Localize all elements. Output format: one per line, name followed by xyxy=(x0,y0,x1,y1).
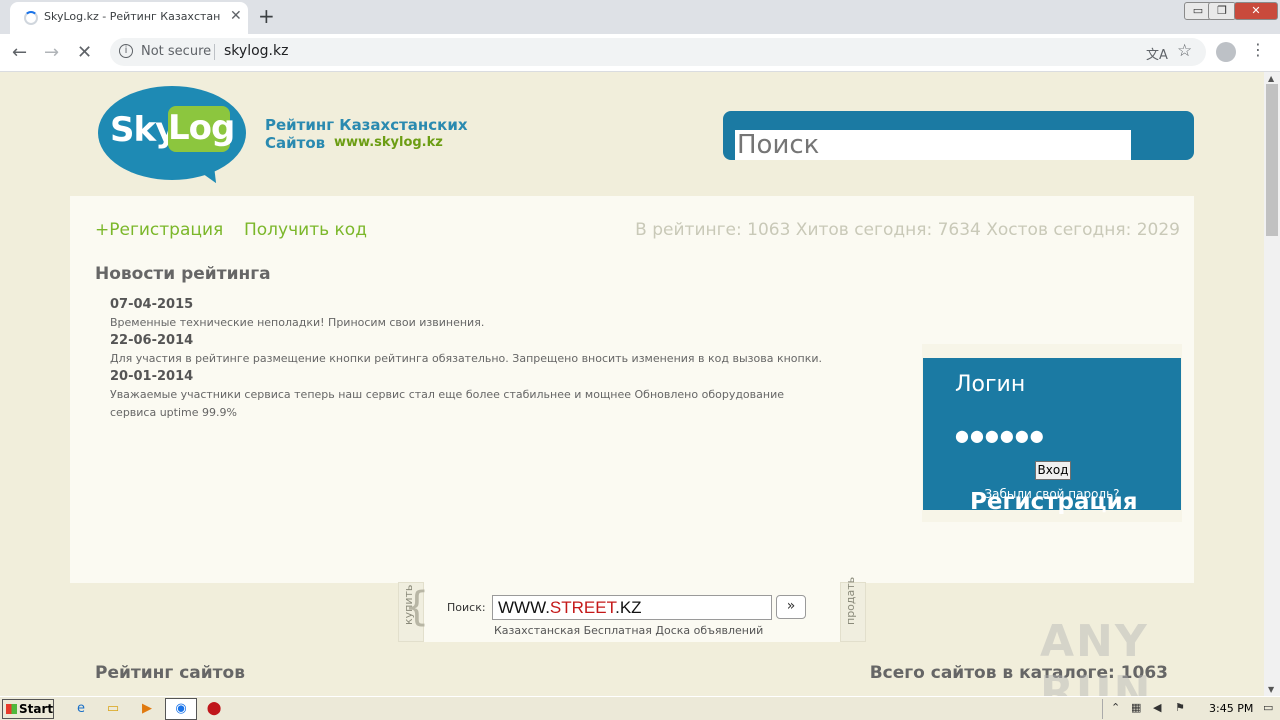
register-link[interactable]: +Регистрация xyxy=(95,220,223,240)
logo-sky-text: Sky xyxy=(110,110,177,150)
network-icon[interactable]: ▦ xyxy=(1131,701,1141,714)
url-text[interactable]: skylog.kz xyxy=(224,43,288,59)
tray-arrow-icon[interactable]: ⌃ xyxy=(1111,701,1120,714)
omnibox-divider xyxy=(214,44,215,60)
system-tray: ⌃ ▦ ◀ ⚑ 3:45 PM ▭ xyxy=(1102,699,1278,719)
news-date: 20-01-2014 xyxy=(110,369,194,384)
forward-icon[interactable]: → xyxy=(44,42,59,63)
profile-avatar[interactable] xyxy=(1216,42,1236,62)
register-button[interactable]: Регистрация xyxy=(970,489,1137,515)
news-text: Временные технические неполадки! Приноси… xyxy=(110,316,485,329)
taskbar: Start e ▭ ▶ ◉ ⬤ ⌃ ▦ ◀ ⚑ 3:45 PM ▭ xyxy=(0,696,1280,720)
scroll-up-icon[interactable]: ▲ xyxy=(1268,74,1274,83)
browser-toolbar: ← → ✕ i Not secure skylog.kz 文A ☆ ⋮ xyxy=(0,34,1280,72)
news-list: 07-04-2015 Временные технические неполад… xyxy=(110,296,850,422)
tab-title: SkyLog.kz - Рейтинг Казахстански xyxy=(44,10,220,23)
news-date: 22-06-2014 xyxy=(110,333,194,348)
security-label: Not secure xyxy=(141,44,212,59)
flag-icon[interactable]: ⚑ xyxy=(1175,701,1185,714)
sell-label: продать xyxy=(844,576,857,625)
page-scrollbar[interactable]: ▲ ▼ xyxy=(1264,72,1280,696)
search-input[interactable] xyxy=(735,130,1131,160)
chrome-taskbar-button[interactable]: ◉ xyxy=(165,698,197,720)
bookmark-star-icon[interactable]: ☆ xyxy=(1177,41,1192,61)
translate-icon[interactable]: 文A xyxy=(1146,44,1168,63)
browser-tab[interactable]: SkyLog.kz - Рейтинг Казахстански ✕ xyxy=(10,2,248,34)
show-desktop-icon[interactable]: ▭ xyxy=(1263,701,1273,714)
new-tab-button[interactable]: + xyxy=(258,4,275,28)
street-subtitle: Казахстанская Бесплатная Доска объявлени… xyxy=(494,624,764,637)
get-code-link[interactable]: Получить код xyxy=(244,220,367,240)
windows-flag-icon xyxy=(6,704,17,714)
page-viewport: Sky Log Рейтинг Казахстанских Сайтов www… xyxy=(0,72,1264,696)
ie-icon[interactable]: e xyxy=(72,700,90,718)
stop-icon[interactable]: ✕ xyxy=(77,42,92,63)
site-url: www.skylog.kz xyxy=(334,135,443,150)
info-icon[interactable]: i xyxy=(119,44,133,58)
street-search-label: Поиск: xyxy=(447,601,486,614)
news-date: 07-04-2015 xyxy=(110,297,194,312)
login-input[interactable]: Логин xyxy=(955,372,1025,397)
browser-tabbar: SkyLog.kz - Рейтинг Казахстански ✕ + ▭ ❐… xyxy=(0,0,1280,34)
loading-spinner-icon xyxy=(24,11,38,25)
close-window-button[interactable]: ✕ xyxy=(1234,2,1278,20)
stop-app-icon[interactable]: ⬤ xyxy=(205,700,223,718)
news-heading: Новости рейтинга xyxy=(95,264,271,284)
street-search-input[interactable]: WWW.STREET.KZ xyxy=(492,595,772,620)
sell-tab[interactable]: продать xyxy=(840,577,866,642)
login-box: Логин ●●●●●● Вход Забыли свой пароль? xyxy=(923,358,1181,510)
volume-icon[interactable]: ◀ xyxy=(1153,701,1161,714)
news-text: Для участия в рейтинге размещение кнопки… xyxy=(110,352,823,365)
street-search-button[interactable]: » xyxy=(776,595,806,619)
anyrun-watermark: ANY RUN xyxy=(1040,616,1153,696)
site-rating-heading: Рейтинг сайтов xyxy=(95,663,245,683)
tab-close-icon[interactable]: ✕ xyxy=(230,8,242,24)
site-search xyxy=(723,111,1194,160)
main-panel: +Регистрация Получить код В рейтинге: 10… xyxy=(70,196,1194,583)
clock: 3:45 PM xyxy=(1209,702,1254,715)
street-kz-banner: купить { Поиск: WWW.STREET.KZ » Казахста… xyxy=(398,577,866,642)
left-brace-icon: { xyxy=(404,584,430,630)
scroll-down-icon[interactable]: ▼ xyxy=(1268,685,1274,694)
address-bar[interactable]: i Not secure skylog.kz xyxy=(110,38,1206,66)
browser-menu-icon[interactable]: ⋮ xyxy=(1250,40,1266,59)
start-button[interactable]: Start xyxy=(2,699,54,719)
news-text: Уважаемые участники сервиса теперь наш с… xyxy=(110,388,784,419)
chrome-icon: ◉ xyxy=(175,701,187,716)
scroll-thumb[interactable] xyxy=(1266,84,1278,236)
skylog-logo[interactable]: Sky Log xyxy=(98,86,246,190)
back-icon[interactable]: ← xyxy=(12,42,27,63)
media-player-icon[interactable]: ▶ xyxy=(138,700,156,718)
login-button[interactable]: Вход xyxy=(1035,461,1071,480)
folder-icon[interactable]: ▭ xyxy=(104,700,122,718)
rating-stats: В рейтинге: 1063 Хитов сегодня: 7634 Хос… xyxy=(635,220,1180,240)
password-input[interactable]: ●●●●●● xyxy=(955,426,1045,445)
logo-log-text: Log xyxy=(168,106,235,152)
maximize-button[interactable]: ❐ xyxy=(1208,2,1236,20)
